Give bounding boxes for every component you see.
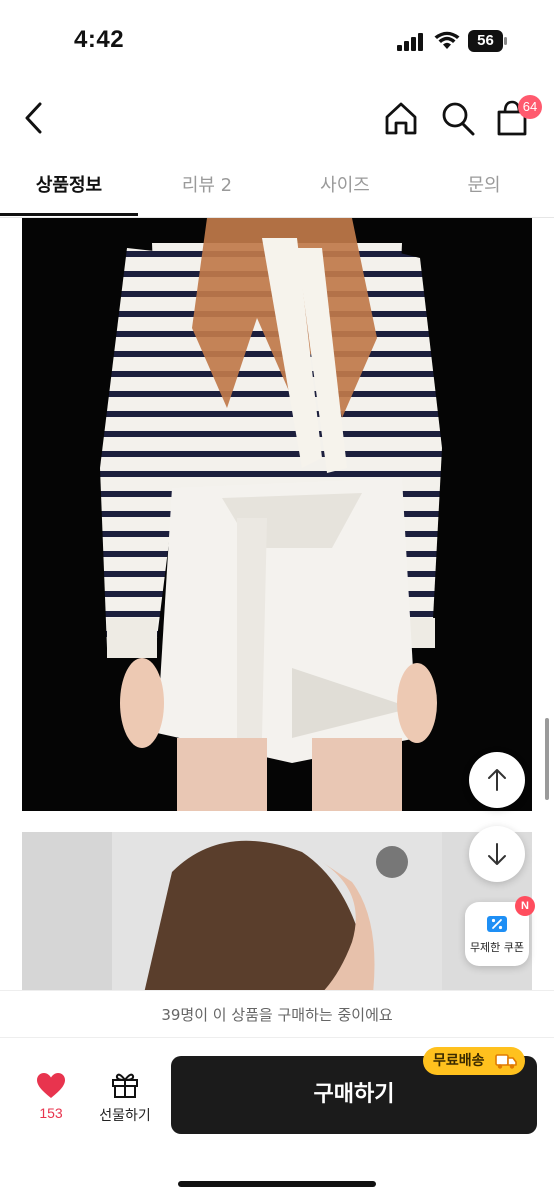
buyers-count-banner: 39명이 이 상품을 구매하는 중이에요 <box>0 990 554 1038</box>
tab-reviews[interactable]: 리뷰 2 <box>138 160 276 216</box>
top-nav <box>0 90 554 150</box>
heart-icon <box>37 1073 65 1098</box>
scroll-bottom-button[interactable] <box>469 826 525 882</box>
tab-size[interactable]: 사이즈 <box>276 160 414 216</box>
chevron-left-icon[interactable] <box>18 98 52 138</box>
wifi-icon <box>434 31 460 49</box>
search-icon[interactable] <box>439 98 477 138</box>
new-badge: N <box>515 896 535 916</box>
home-indicator[interactable] <box>178 1181 376 1187</box>
battery-level: 56 <box>477 32 494 49</box>
like-button[interactable]: 153 <box>28 1073 74 1129</box>
arrow-up-icon <box>488 769 506 791</box>
gift-label: 선물하기 <box>99 1108 151 1124</box>
product-tabs: 상품정보 리뷰 2 사이즈 문의 <box>0 160 554 218</box>
purchase-bar: 153 선물하기 구매하기 무료배송 <box>0 1039 554 1200</box>
arrow-down-icon <box>488 843 506 865</box>
home-icon[interactable] <box>382 98 420 138</box>
free-shipping-badge: 무료배송 <box>423 1047 525 1075</box>
coupon-icon <box>487 916 507 932</box>
truck-icon <box>495 1054 517 1069</box>
free-shipping-label: 무료배송 <box>433 1053 485 1069</box>
status-time: 4:42 <box>74 26 125 53</box>
tab-inquiry[interactable]: 문의 <box>414 160 554 216</box>
status-bar: 4:42 56 <box>0 0 554 80</box>
signal-icon <box>397 33 423 51</box>
product-photo-model-hair <box>22 832 532 990</box>
product-photo-striped-cardigan <box>22 218 532 811</box>
scroll-indicator[interactable] <box>545 718 549 800</box>
battery-icon: 56 <box>468 30 508 52</box>
scroll-top-button[interactable] <box>469 752 525 808</box>
cart-count-badge: 64 <box>518 95 542 119</box>
gift-icon <box>112 1073 138 1098</box>
active-tab-indicator <box>0 213 138 216</box>
like-count: 153 <box>39 1105 63 1121</box>
tab-product-info[interactable]: 상품정보 <box>0 160 138 216</box>
gift-button[interactable]: 선물하기 <box>92 1069 158 1129</box>
coupon-label: 무제한 쿠폰 <box>469 941 525 954</box>
